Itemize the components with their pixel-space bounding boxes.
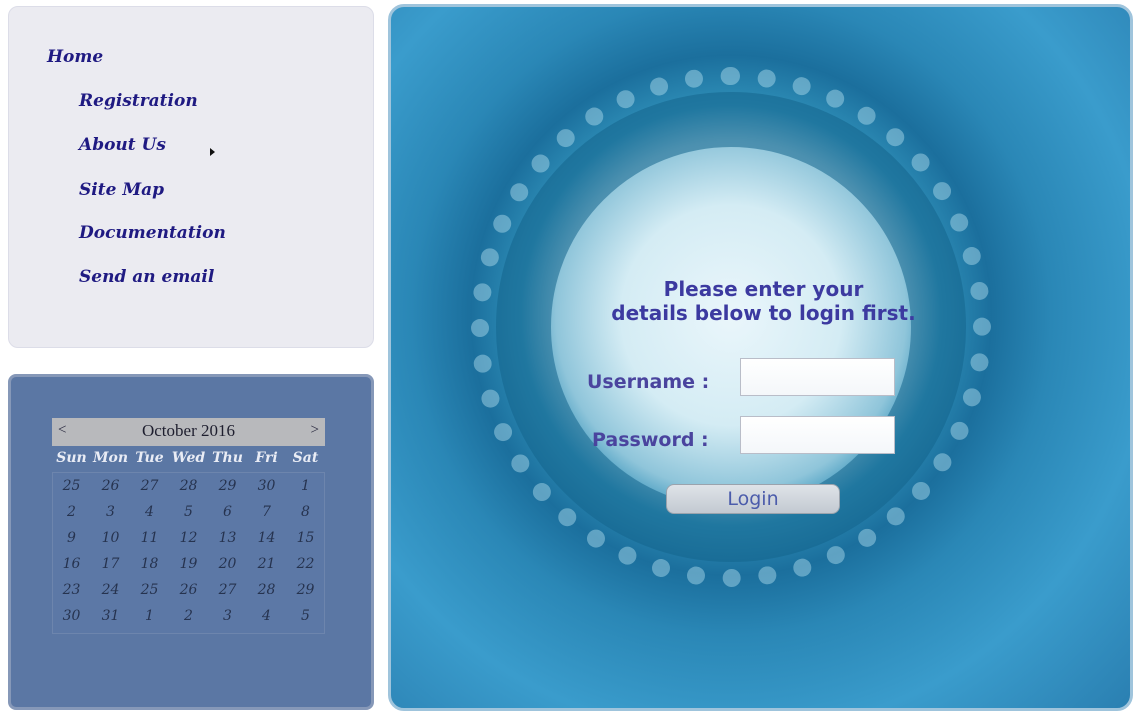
nav-home-link[interactable]: Home bbox=[47, 47, 103, 67]
nav-registration-link[interactable]: Registration bbox=[79, 91, 198, 111]
calendar-dow-label: Thu bbox=[212, 450, 243, 466]
calendar-day-cell[interactable]: 6 bbox=[208, 504, 247, 520]
password-input[interactable] bbox=[740, 416, 895, 454]
calendar-day-cell[interactable]: 7 bbox=[247, 504, 286, 520]
calendar-day-cell[interactable]: 15 bbox=[286, 530, 325, 546]
calendar-day-cell[interactable]: 18 bbox=[130, 556, 169, 572]
nav-about-link[interactable]: About Us bbox=[79, 135, 166, 155]
login-button[interactable]: Login bbox=[666, 484, 840, 514]
calendar-month-title: October 2016 bbox=[141, 421, 235, 440]
calendar-day-cell[interactable]: 28 bbox=[247, 582, 286, 598]
login-title-line2: details below to login first. bbox=[611, 301, 916, 325]
calendar-day-cell[interactable]: 26 bbox=[91, 478, 130, 494]
calendar-day-cell[interactable]: 1 bbox=[286, 478, 325, 494]
calendar-day-cell[interactable]: 19 bbox=[169, 556, 208, 572]
calendar-dow-label: Mon bbox=[92, 450, 128, 466]
calendar-day-cell[interactable]: 10 bbox=[91, 530, 130, 546]
nav-sitemap-link[interactable]: Site Map bbox=[79, 180, 164, 200]
password-label: Password : bbox=[592, 429, 709, 451]
calendar-day-cell[interactable]: 8 bbox=[286, 504, 325, 520]
calendar-day-cell[interactable]: 4 bbox=[247, 608, 286, 624]
username-input[interactable] bbox=[740, 358, 895, 396]
calendar-day-cell[interactable]: 25 bbox=[130, 582, 169, 598]
calendar-dow-label: Fri bbox=[255, 450, 278, 466]
nav-documentation-link[interactable]: Documentation bbox=[79, 223, 226, 243]
calendar-day-cell[interactable]: 24 bbox=[91, 582, 130, 598]
calendar-day-cell[interactable]: 13 bbox=[208, 530, 247, 546]
login-instructions: Please enter your details below to login… bbox=[391, 277, 1130, 325]
calendar-day-cell[interactable]: 29 bbox=[208, 478, 247, 494]
calendar-next-button[interactable]: > bbox=[311, 422, 319, 439]
calendar-day-cell[interactable]: 23 bbox=[52, 582, 91, 598]
calendar-day-cell[interactable]: 14 bbox=[247, 530, 286, 546]
calendar-day-cell[interactable]: 3 bbox=[208, 608, 247, 624]
calendar-day-cell[interactable]: 2 bbox=[169, 608, 208, 624]
calendar-day-cell[interactable]: 5 bbox=[169, 504, 208, 520]
submenu-arrow-icon bbox=[210, 148, 215, 156]
calendar-dow-label: Tue bbox=[135, 450, 164, 466]
nav-email-link[interactable]: Send an email bbox=[79, 267, 214, 287]
calendar-dow-label: Sat bbox=[292, 450, 319, 466]
calendar-day-cell[interactable]: 3 bbox=[91, 504, 130, 520]
calendar-day-cell[interactable]: 17 bbox=[91, 556, 130, 572]
calendar-dow-label: Wed bbox=[171, 450, 206, 466]
calendar-day-cell[interactable]: 16 bbox=[52, 556, 91, 572]
calendar-day-cell[interactable]: 22 bbox=[286, 556, 325, 572]
calendar-day-cell[interactable]: 28 bbox=[169, 478, 208, 494]
calendar-day-cell[interactable]: 11 bbox=[130, 530, 169, 546]
calendar-day-cell[interactable]: 1 bbox=[130, 608, 169, 624]
login-title-line1: Please enter your bbox=[663, 277, 864, 301]
calendar-day-cell[interactable]: 21 bbox=[247, 556, 286, 572]
calendar-day-cell[interactable]: 25 bbox=[52, 478, 91, 494]
calendar-day-cell[interactable]: 31 bbox=[91, 608, 130, 624]
calendar-day-cell[interactable]: 5 bbox=[286, 608, 325, 624]
calendar-day-cell[interactable]: 27 bbox=[208, 582, 247, 598]
calendar-day-cell[interactable]: 30 bbox=[52, 608, 91, 624]
calendar-day-cell[interactable]: 30 bbox=[247, 478, 286, 494]
calendar-day-cell[interactable]: 9 bbox=[52, 530, 91, 546]
calendar-day-cell[interactable]: 26 bbox=[169, 582, 208, 598]
username-label: Username : bbox=[587, 371, 710, 393]
calendar-header: < October 2016 > bbox=[52, 418, 325, 446]
calendar-day-cell[interactable]: 12 bbox=[169, 530, 208, 546]
calendar-dow-label: Sun bbox=[56, 450, 87, 466]
calendar-day-cell[interactable]: 27 bbox=[130, 478, 169, 494]
calendar-day-cell[interactable]: 4 bbox=[130, 504, 169, 520]
calendar-day-cell[interactable]: 20 bbox=[208, 556, 247, 572]
calendar-day-cell[interactable]: 29 bbox=[286, 582, 325, 598]
calendar-day-cell[interactable]: 2 bbox=[52, 504, 91, 520]
